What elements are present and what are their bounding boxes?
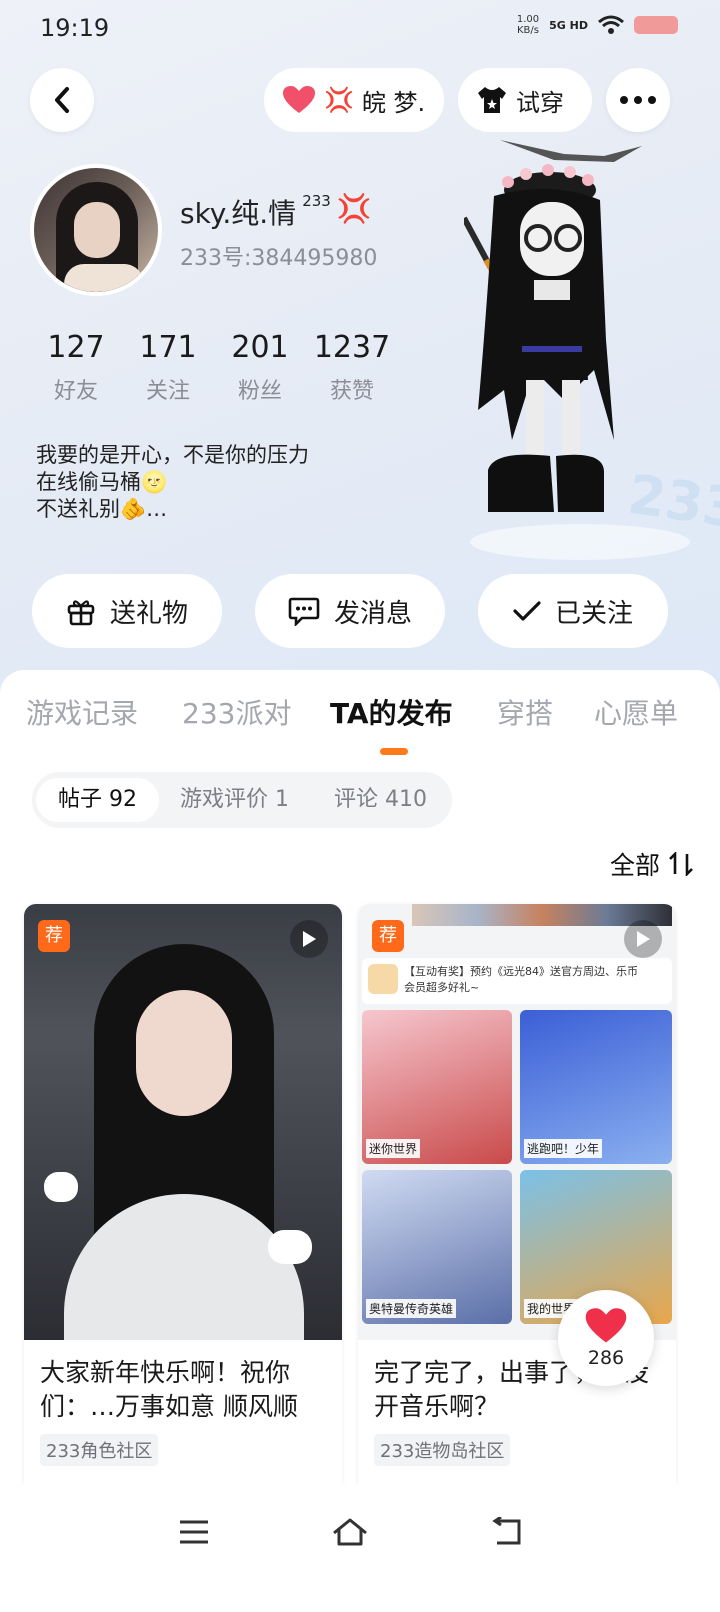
battery-icon bbox=[634, 16, 678, 34]
profile-stats: 127 好友 171 关注 201 粉丝 1237 获赞 bbox=[30, 330, 398, 405]
chevron-left-icon bbox=[55, 87, 69, 113]
stat-friends[interactable]: 127 好友 bbox=[30, 330, 122, 405]
tab-outfits[interactable]: 穿搭 bbox=[497, 692, 553, 732]
sort-icon bbox=[669, 852, 693, 876]
followed-button[interactable]: 已关注 bbox=[478, 574, 668, 648]
tab-indicator bbox=[380, 748, 408, 755]
heart-icon bbox=[585, 1308, 627, 1343]
stat-fans[interactable]: 201 粉丝 bbox=[214, 330, 306, 405]
net-speed: 1.00 KB/s bbox=[516, 14, 540, 36]
status-indicators: 1.00 KB/s 5G HD bbox=[517, 14, 678, 36]
promo-banner[interactable]: 【互动有奖】预约《远光84》送官方周边、乐币会员超多好礼~ bbox=[362, 958, 672, 1004]
fan-club-button[interactable]: 💢 皖 梦. bbox=[264, 68, 444, 132]
post-filter-tabs: 帖子 92 游戏评价 1 评论 410 bbox=[32, 772, 452, 828]
recommend-badge: 荐 bbox=[38, 920, 70, 952]
avatar[interactable] bbox=[30, 164, 162, 296]
user-id: 233号:384495980 bbox=[180, 246, 378, 271]
post-title: 大家新年快乐啊！祝你们：…万事如意 顺风顺 bbox=[40, 1358, 298, 1421]
more-icon bbox=[620, 96, 656, 104]
top-bar: 💢 皖 梦. 试穿 bbox=[0, 68, 720, 132]
send-message-button[interactable]: 发消息 bbox=[255, 574, 445, 648]
character-model[interactable] bbox=[464, 140, 704, 560]
hello-kitty-sticker-icon bbox=[268, 1230, 312, 1264]
heart-icon bbox=[283, 86, 315, 113]
subtab-comments[interactable]: 评论 410 bbox=[334, 778, 427, 822]
recommend-badge: 荐 bbox=[372, 920, 404, 952]
like-button[interactable]: 286 bbox=[558, 1290, 654, 1386]
subtab-game-reviews[interactable]: 游戏评价 1 bbox=[180, 778, 289, 822]
post-video-thumbnail: 荐 【互动有奖】预约《远光84》送官方周边、乐币会员超多好礼~ 迷你世界 逃跑吧… bbox=[358, 904, 676, 1340]
status-bar: 19:19 1.00 KB/s 5G HD bbox=[0, 0, 720, 56]
home-icon[interactable] bbox=[326, 1508, 374, 1556]
post-community-tag[interactable]: 233造物岛社区 bbox=[374, 1434, 511, 1466]
shirt-icon bbox=[478, 87, 506, 113]
tryon-label: 试穿 bbox=[516, 88, 564, 117]
subtab-posts[interactable]: 帖子 92 bbox=[36, 778, 159, 822]
tryon-button[interactable]: 试穿 bbox=[458, 68, 592, 132]
status-time: 19:19 bbox=[40, 14, 110, 42]
profile-actions: 送礼物 发消息 已关注 bbox=[0, 574, 720, 648]
play-icon bbox=[624, 920, 662, 958]
anger-icon: 💢 bbox=[336, 192, 372, 225]
tab-game-records[interactable]: 游戏记录 bbox=[26, 692, 138, 732]
bio: 我要的是开心，不是你的压力 在线偷马桶🌝 不送礼别🫵… bbox=[36, 443, 309, 521]
tab-wishlist[interactable]: 心愿单 bbox=[594, 692, 678, 732]
profile-tabs: 游戏记录 233派对 TA的发布 穿搭 心愿单 bbox=[0, 692, 720, 752]
system-nav-bar bbox=[0, 1484, 720, 1612]
send-gift-button[interactable]: 送礼物 bbox=[32, 574, 222, 648]
sort-dropdown[interactable]: 全部 bbox=[610, 846, 694, 882]
post-video-thumbnail: 荐 bbox=[24, 904, 342, 1340]
wifi-icon bbox=[598, 15, 624, 34]
anger-icon: 💢 bbox=[324, 86, 354, 114]
signal-icon: 5G HD bbox=[549, 18, 588, 32]
tab-233-party[interactable]: 233派对 bbox=[182, 692, 291, 732]
sticker-icon bbox=[44, 1172, 78, 1202]
more-button[interactable] bbox=[606, 68, 670, 132]
play-icon bbox=[290, 920, 328, 958]
promo-icon bbox=[368, 964, 398, 994]
tab-posts[interactable]: TA的发布 bbox=[330, 692, 453, 732]
post-community-tag[interactable]: 233角色社区 bbox=[40, 1434, 159, 1466]
username: sky.纯.情 233 💢 bbox=[180, 192, 372, 230]
message-icon bbox=[288, 597, 320, 626]
check-icon bbox=[513, 601, 541, 621]
gift-icon bbox=[67, 600, 95, 626]
content-panel: 游戏记录 233派对 TA的发布 穿搭 心愿单 帖子 92 游戏评价 1 评论 … bbox=[0, 670, 720, 1612]
like-count: 286 bbox=[587, 1347, 625, 1369]
menu-icon[interactable] bbox=[170, 1508, 218, 1556]
stat-likes[interactable]: 1237 获赞 bbox=[306, 330, 398, 405]
back-nav-icon[interactable] bbox=[482, 1508, 530, 1556]
back-button[interactable] bbox=[30, 68, 94, 132]
fan-club-label: 皖 梦. bbox=[361, 88, 426, 117]
stat-following[interactable]: 171 关注 bbox=[122, 330, 214, 405]
